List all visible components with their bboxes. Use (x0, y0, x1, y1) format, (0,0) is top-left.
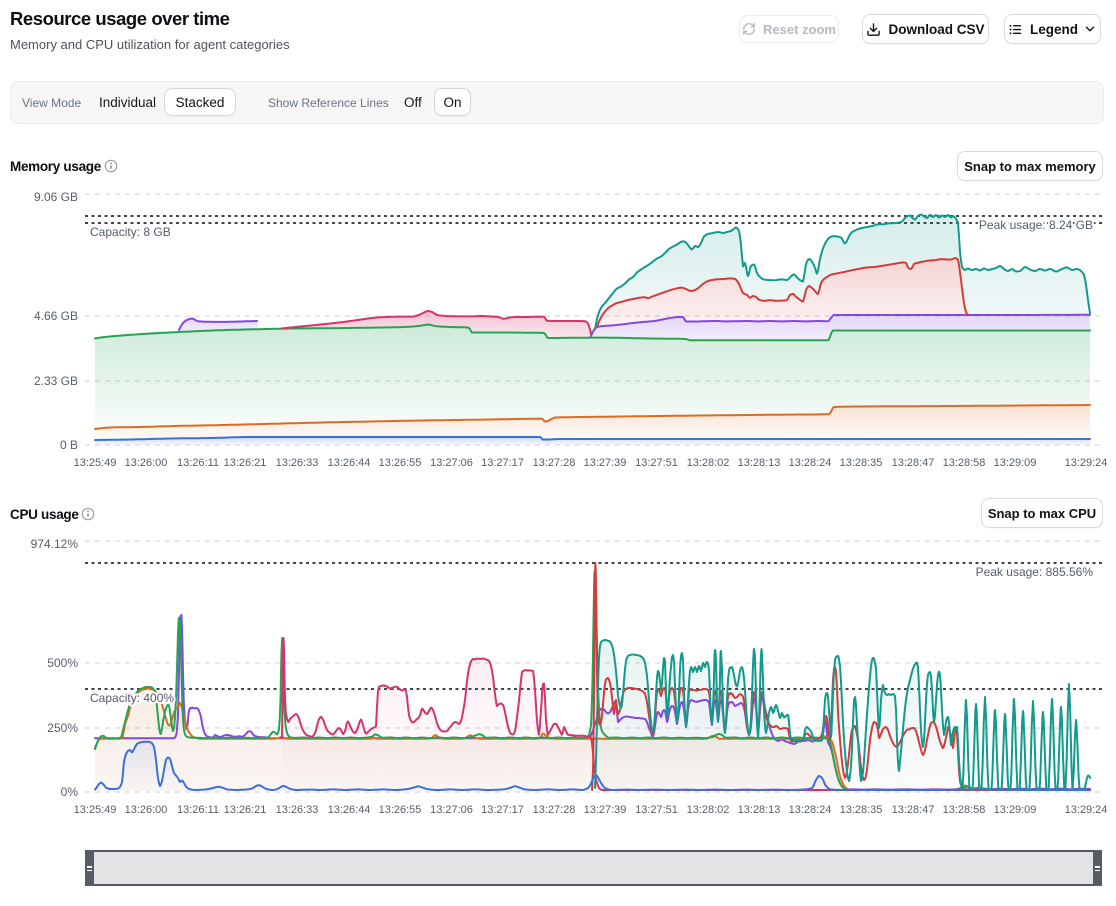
svg-text:0 B: 0 B (60, 438, 78, 452)
svg-text:4.66 GB: 4.66 GB (34, 309, 78, 323)
svg-text:13:28:47: 13:28:47 (892, 457, 935, 469)
svg-text:Capacity: 400%: Capacity: 400% (90, 691, 174, 705)
svg-text:13:27:28: 13:27:28 (533, 804, 576, 816)
svg-text:13:28:02: 13:28:02 (687, 804, 730, 816)
svg-text:13:25:49: 13:25:49 (74, 457, 117, 469)
svg-text:13:27:06: 13:27:06 (430, 457, 473, 469)
svg-text:13:29:09: 13:29:09 (994, 457, 1037, 469)
svg-text:13:26:21: 13:26:21 (224, 457, 267, 469)
svg-text:13:27:39: 13:27:39 (584, 457, 627, 469)
svg-text:Capacity: 8 GB: Capacity: 8 GB (90, 225, 171, 239)
svg-text:13:26:11: 13:26:11 (177, 804, 219, 816)
svg-text:13:27:51: 13:27:51 (635, 804, 678, 816)
svg-text:13:28:35: 13:28:35 (840, 457, 883, 469)
svg-text:13:26:55: 13:26:55 (379, 457, 422, 469)
svg-text:13:26:44: 13:26:44 (328, 457, 371, 469)
svg-text:13:27:17: 13:27:17 (481, 804, 524, 816)
svg-text:13:26:11: 13:26:11 (177, 457, 219, 469)
svg-text:13:26:33: 13:26:33 (276, 804, 319, 816)
svg-text:13:25:49: 13:25:49 (74, 804, 117, 816)
svg-text:13:29:24: 13:29:24 (1065, 804, 1108, 816)
svg-text:2.33 GB: 2.33 GB (34, 374, 78, 388)
svg-text:250%: 250% (47, 721, 78, 735)
svg-text:13:26:00: 13:26:00 (125, 804, 168, 816)
svg-text:9.06 GB: 9.06 GB (34, 190, 78, 204)
svg-text:13:29:09: 13:29:09 (994, 804, 1037, 816)
svg-text:13:27:17: 13:27:17 (481, 457, 524, 469)
svg-text:0%: 0% (61, 785, 79, 799)
svg-text:13:29:24: 13:29:24 (1065, 457, 1108, 469)
svg-text:13:26:44: 13:26:44 (328, 804, 371, 816)
svg-text:13:28:24: 13:28:24 (789, 804, 832, 816)
svg-text:974.12%: 974.12% (31, 537, 79, 551)
svg-text:500%: 500% (47, 656, 78, 670)
svg-text:13:28:47: 13:28:47 (892, 804, 935, 816)
svg-text:13:28:58: 13:28:58 (943, 804, 986, 816)
svg-text:13:28:02: 13:28:02 (687, 457, 730, 469)
svg-text:Peak usage: 885.56%: Peak usage: 885.56% (976, 565, 1094, 579)
svg-text:Peak usage: 8.24 GB: Peak usage: 8.24 GB (979, 218, 1093, 232)
svg-text:13:27:06: 13:27:06 (430, 804, 473, 816)
svg-text:13:26:33: 13:26:33 (276, 457, 319, 469)
svg-text:13:26:21: 13:26:21 (224, 804, 267, 816)
svg-text:13:28:24: 13:28:24 (789, 457, 832, 469)
svg-text:13:27:51: 13:27:51 (635, 457, 678, 469)
svg-text:13:28:13: 13:28:13 (738, 804, 781, 816)
svg-text:13:27:28: 13:27:28 (533, 457, 576, 469)
svg-text:13:28:13: 13:28:13 (738, 457, 781, 469)
svg-text:13:28:35: 13:28:35 (840, 804, 883, 816)
svg-text:13:26:00: 13:26:00 (125, 457, 168, 469)
svg-text:13:26:55: 13:26:55 (379, 804, 422, 816)
svg-text:13:27:39: 13:27:39 (584, 804, 627, 816)
svg-text:13:28:58: 13:28:58 (943, 457, 986, 469)
